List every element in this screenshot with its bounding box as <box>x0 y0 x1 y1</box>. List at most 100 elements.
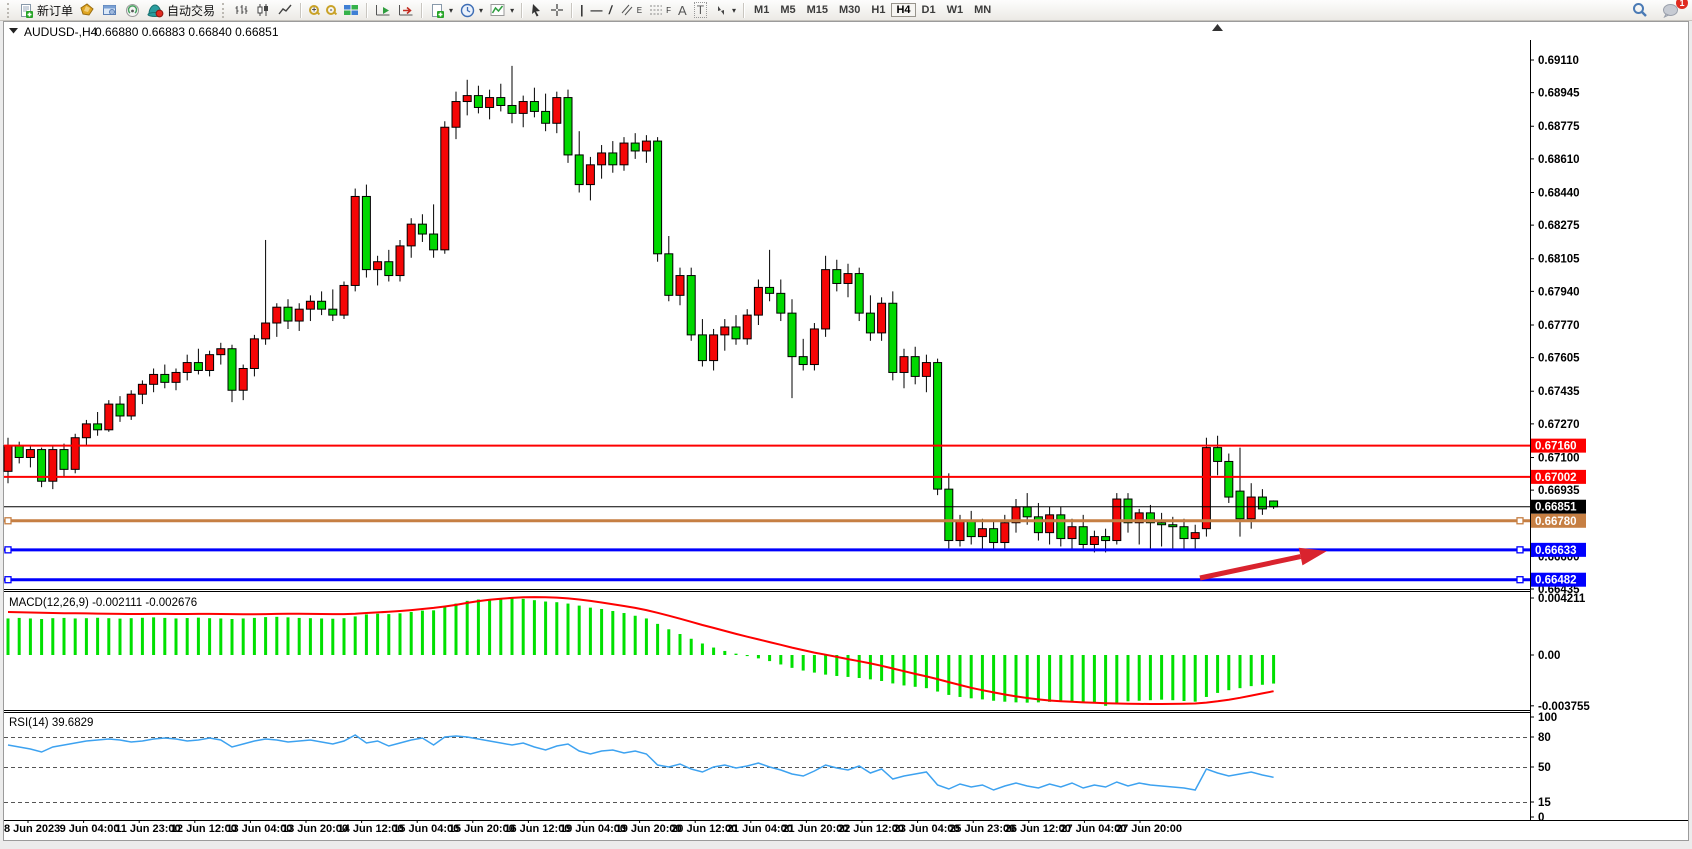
price-badge-label: 0.66851 <box>1535 502 1577 514</box>
chart-canvas[interactable]: 0.691100.689450.687750.686100.684400.682… <box>0 0 1692 844</box>
timeframe-M1[interactable]: M1 <box>749 3 774 17</box>
hline-handle[interactable] <box>1517 518 1523 524</box>
price-tick-label: 0.67770 <box>1538 320 1580 332</box>
macd-tick-label: 0.004211 <box>1538 593 1586 605</box>
metaquotes-icon <box>125 3 140 18</box>
timeframe-W1[interactable]: W1 <box>942 3 969 17</box>
chart-shift-icon <box>398 3 414 17</box>
trendline-icon: / <box>608 3 614 17</box>
price-tick-label: 0.67605 <box>1538 353 1580 365</box>
candlestick-type-button[interactable] <box>253 1 274 20</box>
candlestick-type-icon <box>256 3 271 17</box>
text-tool[interactable]: A <box>675 1 690 20</box>
search-icon <box>1632 2 1648 18</box>
line-chart-type-button[interactable] <box>275 1 296 20</box>
price-tick-label: 0.67270 <box>1538 419 1580 431</box>
timeframe-H4[interactable]: H4 <box>891 3 915 17</box>
fibonacci-tool[interactable]: F <box>646 1 674 20</box>
channel-tool[interactable]: E <box>617 1 645 20</box>
bar-chart-type-icon <box>234 3 249 17</box>
cursor-tool-button[interactable] <box>527 1 546 20</box>
toolbar-separator <box>571 3 573 18</box>
hline-handle[interactable] <box>1517 547 1523 553</box>
time-tick-label: 27 Jun 20:00 <box>1116 823 1182 835</box>
rsi-tick-label: 15 <box>1538 797 1551 809</box>
price-badge-label: 0.66482 <box>1535 575 1577 587</box>
hline-handle[interactable] <box>5 547 11 553</box>
auto-scroll-icon <box>375 3 391 17</box>
price-tick-label: 0.69110 <box>1538 55 1579 67</box>
new-order-button[interactable]: 新订单 <box>16 1 76 20</box>
bar-chart-type-button[interactable] <box>231 1 252 20</box>
cursor-icon <box>530 3 543 17</box>
price-badge-label: 0.67002 <box>1535 472 1577 484</box>
metaquotes-button[interactable] <box>122 1 143 20</box>
tile-windows-icon <box>343 3 359 17</box>
timeframe-M15[interactable]: M15 <box>802 3 833 17</box>
main-toolbar: 新订单 自动交易 + - ▾ ▾ ▾ <box>0 0 1692 21</box>
periodicity-button[interactable]: ▾ <box>457 1 486 20</box>
price-tick-label: 0.68440 <box>1538 187 1580 199</box>
timeframe-D1[interactable]: D1 <box>917 3 941 17</box>
price-tick-label: 0.67940 <box>1538 286 1580 298</box>
new-order-icon <box>19 3 34 18</box>
zoom-in-icon: + <box>309 5 319 15</box>
toolbar-separator <box>366 3 368 18</box>
trendline-tool[interactable]: / <box>606 1 615 20</box>
hline-handle[interactable] <box>5 518 11 524</box>
fibonacci-icon <box>649 3 663 17</box>
rsi-label: RSI(14) 39.6829 <box>9 717 93 729</box>
timeframe-MN[interactable]: MN <box>969 3 996 17</box>
timeframe-M30[interactable]: M30 <box>834 3 865 17</box>
market-watch-button[interactable] <box>77 1 98 20</box>
search-button[interactable] <box>1629 1 1651 20</box>
price-tick-label: 0.68610 <box>1538 154 1580 166</box>
toolbar-separator <box>421 3 423 18</box>
new-order-label: 新订单 <box>37 2 73 19</box>
autotrading-button[interactable]: 自动交易 <box>144 1 218 20</box>
notification-badge: 1 <box>1676 0 1688 9</box>
new-chart-icon <box>430 3 445 18</box>
price-tick-label: 0.68775 <box>1538 121 1580 133</box>
toolbar-separator <box>300 3 302 18</box>
hline-handle[interactable] <box>1517 577 1523 583</box>
chevron-down-icon: ▾ <box>479 6 483 15</box>
price-tick-label: 0.66935 <box>1538 485 1580 497</box>
macd-label: MACD(12,26,9) -0.002111 -0.002676 <box>9 597 197 609</box>
vertical-line-tool[interactable]: | <box>577 1 586 20</box>
crosshair-icon <box>550 3 564 17</box>
indicators-button[interactable]: ▾ <box>487 1 517 20</box>
terminal-button[interactable] <box>99 1 121 20</box>
horizontal-line-tool[interactable]: — <box>587 1 605 20</box>
chart-title-ohlc: 0.66880 0.66883 0.66840 0.66851 <box>95 25 279 39</box>
vertical-line-icon: | <box>580 3 583 17</box>
macd-tick-label: 0.00 <box>1538 650 1560 662</box>
chart-title-symbol: AUDUSD-,H4 <box>24 25 98 39</box>
rsi-tick-label: 80 <box>1538 732 1551 744</box>
price-tick-label: 0.67100 <box>1538 452 1580 464</box>
hline-handle[interactable] <box>5 577 11 583</box>
tile-windows-button[interactable] <box>340 1 362 20</box>
price-badge-label: 0.67160 <box>1535 441 1577 453</box>
rsi-tick-label: 100 <box>1538 712 1557 724</box>
price-tick-label: 0.67435 <box>1538 386 1580 398</box>
zoom-out-button[interactable]: - <box>323 1 339 20</box>
text-label-tool[interactable]: T <box>691 1 710 20</box>
text-tool-icon: A <box>678 3 687 18</box>
chart-shift-button[interactable] <box>395 1 417 20</box>
auto-scroll-button[interactable] <box>372 1 394 20</box>
notifications-button[interactable]: 1 <box>1659 1 1682 20</box>
timeframe-H1[interactable]: H1 <box>866 3 890 17</box>
price-tick-label: 0.68945 <box>1538 88 1580 100</box>
arrows-icon <box>714 4 728 17</box>
chevron-down-icon: ▾ <box>449 6 453 15</box>
chevron-down-icon: ▾ <box>732 6 736 15</box>
terminal-icon <box>102 3 118 17</box>
timeframe-M5[interactable]: M5 <box>775 3 800 17</box>
crosshair-tool-button[interactable] <box>547 1 567 20</box>
arrows-tool[interactable]: ▾ <box>711 1 739 20</box>
zoom-in-button[interactable]: + <box>306 1 322 20</box>
new-chart-button[interactable]: ▾ <box>427 1 456 20</box>
autotrading-label: 自动交易 <box>167 2 215 19</box>
price-badge-label: 0.66633 <box>1535 545 1577 557</box>
